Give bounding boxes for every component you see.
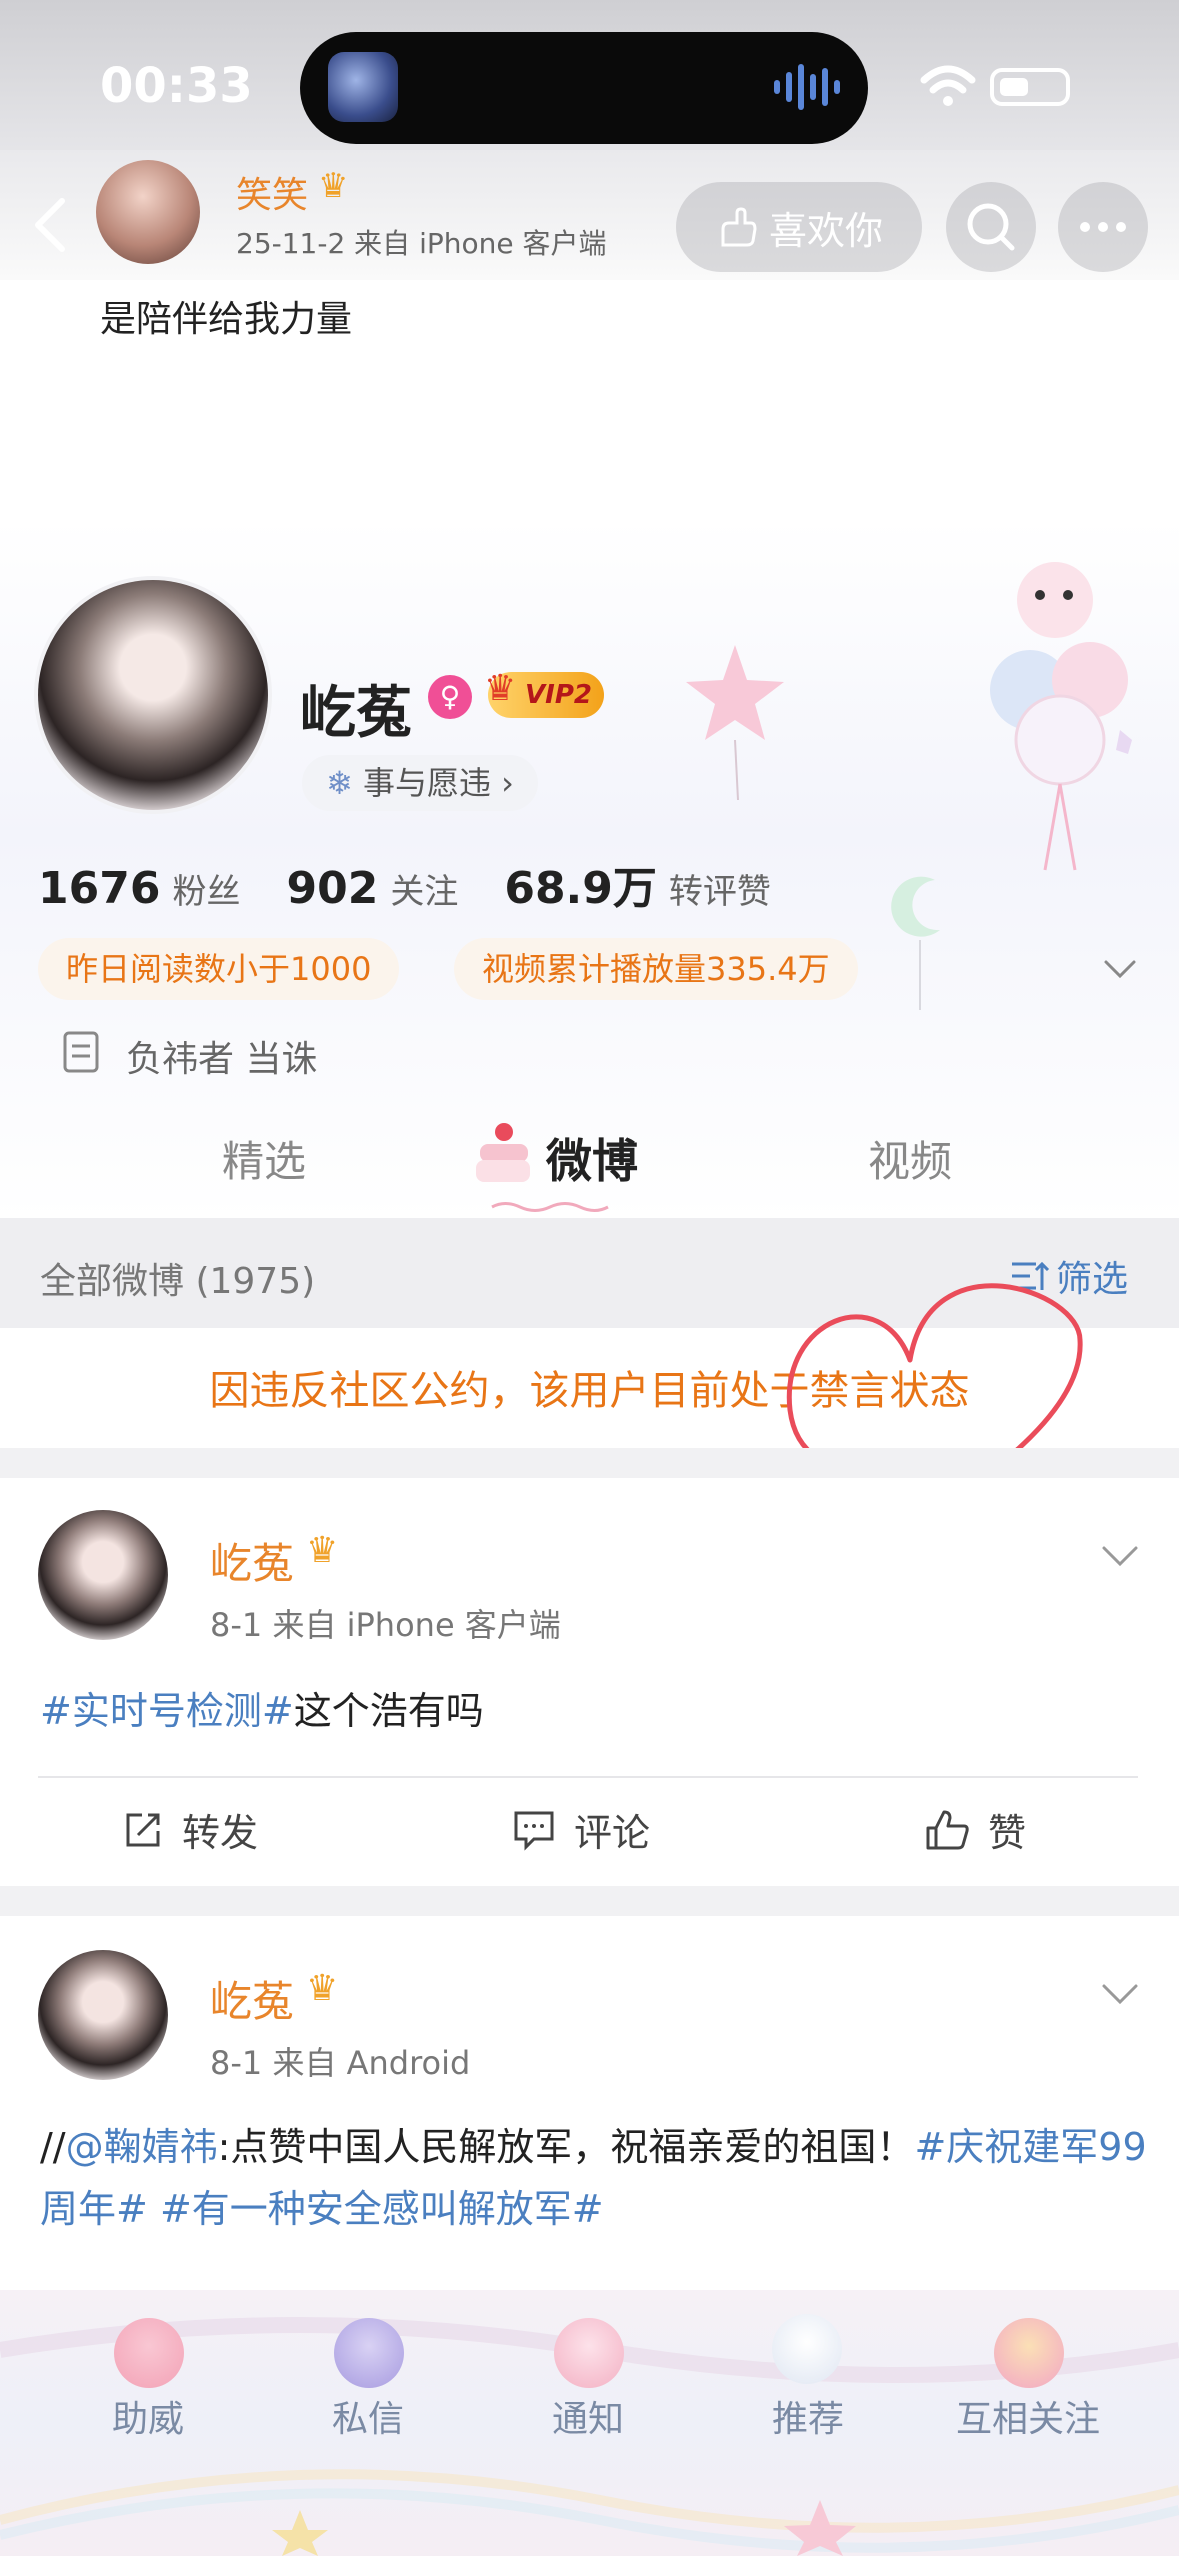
- document-icon: [63, 1031, 99, 1073]
- profile-bio: 负祎者 当诛: [126, 1039, 318, 1080]
- nav-recommend[interactable]: 推荐: [708, 2390, 908, 2442]
- chevron-down-icon[interactable]: [1100, 1540, 1140, 1570]
- video-play-stat-badge[interactable]: 视频累计播放量335.4万: [454, 938, 858, 1000]
- post-text: 这个浩有吗: [293, 1689, 484, 1733]
- crown-icon: ♛: [318, 166, 349, 206]
- crown-icon: ♛: [306, 1530, 339, 1571]
- chevron-down-icon[interactable]: [1100, 1978, 1140, 2008]
- chevron-down-icon[interactable]: [1100, 948, 1140, 988]
- followers-label[interactable]: 粉丝: [172, 872, 240, 912]
- balloon-decoration: [990, 562, 1132, 871]
- vip-crown-icon: ♛: [484, 668, 517, 709]
- profile-name: 屹菟: [300, 681, 412, 746]
- post-meta: 8-1 来自 iPhone 客户端: [210, 1606, 561, 1644]
- repost-icon: [126, 1813, 160, 1846]
- post-text: :点赞中国人民解放军，祝福亲爱的祖国！: [217, 2125, 915, 2169]
- engagement-count: 68.9万: [504, 863, 657, 914]
- post-avatar[interactable]: [38, 1950, 168, 2080]
- lollipop-icon: [994, 2318, 1064, 2388]
- hand-heart-icon: [721, 207, 757, 247]
- cupcake-icon: [114, 2318, 184, 2388]
- kitten-icon: [772, 2314, 842, 2384]
- all-posts-count[interactable]: 全部微博 (1975): [40, 1252, 315, 1304]
- tab-active-indicator: [491, 1202, 609, 1212]
- nav-messages[interactable]: 私信: [268, 2390, 468, 2442]
- post-body: #实时号检测#这个浩有吗: [40, 1680, 1150, 1742]
- divider: [38, 1776, 1138, 1778]
- search-icon: [967, 203, 1015, 251]
- macaron-icon: [334, 2318, 404, 2388]
- repost-button[interactable]: 转发: [122, 1802, 258, 1857]
- nav-mutual-follow[interactable]: 互相关注: [928, 2390, 1128, 2442]
- tab-video[interactable]: 视频: [868, 1128, 952, 1189]
- battery-level: [1000, 78, 1028, 96]
- following-count[interactable]: 902: [286, 863, 378, 914]
- header-post-meta: 25-11-2 来自 iPhone 客户端: [236, 227, 607, 260]
- profile-tag[interactable]: ❄ 事与愿违 ›: [302, 755, 538, 811]
- wifi-icon: [920, 65, 976, 106]
- search-button[interactable]: [946, 182, 1036, 272]
- like-you-label: 喜欢你: [768, 208, 883, 253]
- snowflake-icon: ❄: [326, 764, 363, 802]
- post-meta: 8-1 来自 Android: [210, 2044, 471, 2082]
- nav-notifications[interactable]: 通知: [488, 2390, 688, 2442]
- tab-featured[interactable]: 精选: [222, 1128, 306, 1189]
- repost-label: 转发: [182, 1811, 259, 1855]
- cake-icon: [476, 1123, 530, 1182]
- moon-balloon-decoration: [891, 876, 940, 1010]
- more-button[interactable]: [1058, 182, 1148, 272]
- header-user-name[interactable]: 笑笑: [236, 166, 308, 218]
- stats-row: 1676 粉丝 902 关注 68.9万 转评赞: [38, 852, 817, 916]
- post-topic-link[interactable]: #实时号检测#: [40, 1689, 294, 1733]
- music-artwork-icon: [328, 52, 398, 122]
- post-author[interactable]: 屹菟: [210, 1530, 294, 1591]
- post-avatar[interactable]: [38, 1510, 168, 1640]
- post-mention-link[interactable]: @鞠婧祎: [66, 2125, 218, 2169]
- profile-avatar[interactable]: [38, 580, 268, 810]
- following-label[interactable]: 关注: [390, 872, 458, 912]
- repost-prefix: //: [40, 2125, 66, 2169]
- star-balloon-decoration: [686, 645, 784, 800]
- engagement-label: 转评赞: [668, 872, 771, 912]
- followers-count[interactable]: 1676: [38, 863, 160, 914]
- parfait-icon: [554, 2318, 624, 2388]
- header-quote-text: 是陪伴给我力量: [100, 299, 353, 340]
- audio-wave-icon: [774, 64, 840, 110]
- post-body: //@鞠婧祎:点赞中国人民解放军，祝福亲爱的祖国！#庆祝建军99周年# #有一种…: [40, 2116, 1150, 2240]
- comment-icon: [514, 1811, 554, 1851]
- more-dots-icon: [1080, 222, 1126, 232]
- section-gap: [0, 1448, 1179, 1478]
- section-gap: [0, 1886, 1179, 1916]
- nav-cheer[interactable]: 助威: [48, 2390, 248, 2442]
- back-icon[interactable]: [30, 195, 70, 255]
- status-time: 00:33: [100, 58, 253, 114]
- like-button[interactable]: 赞: [924, 1802, 1026, 1857]
- like-you-button[interactable]: 喜欢你: [676, 182, 922, 272]
- post-topic-link[interactable]: #有一种安全感叫解放军#: [160, 2187, 604, 2231]
- battery-icon: [990, 68, 1070, 106]
- profile-tag-label: 事与愿违 ›: [362, 764, 514, 802]
- post-author[interactable]: 屹菟: [210, 1968, 294, 2029]
- tab-weibo[interactable]: 微博: [546, 1125, 638, 1191]
- comment-button[interactable]: 评论: [512, 1802, 650, 1857]
- comment-label: 评论: [574, 1811, 651, 1855]
- female-gender-icon: ♀: [428, 675, 472, 719]
- like-label: 赞: [988, 1811, 1027, 1855]
- crown-icon: ♛: [306, 1968, 339, 2009]
- thumbs-up-icon: [926, 1810, 969, 1849]
- header-avatar[interactable]: [96, 160, 200, 264]
- reading-stat-badge[interactable]: 昨日阅读数小于1000: [38, 938, 400, 1000]
